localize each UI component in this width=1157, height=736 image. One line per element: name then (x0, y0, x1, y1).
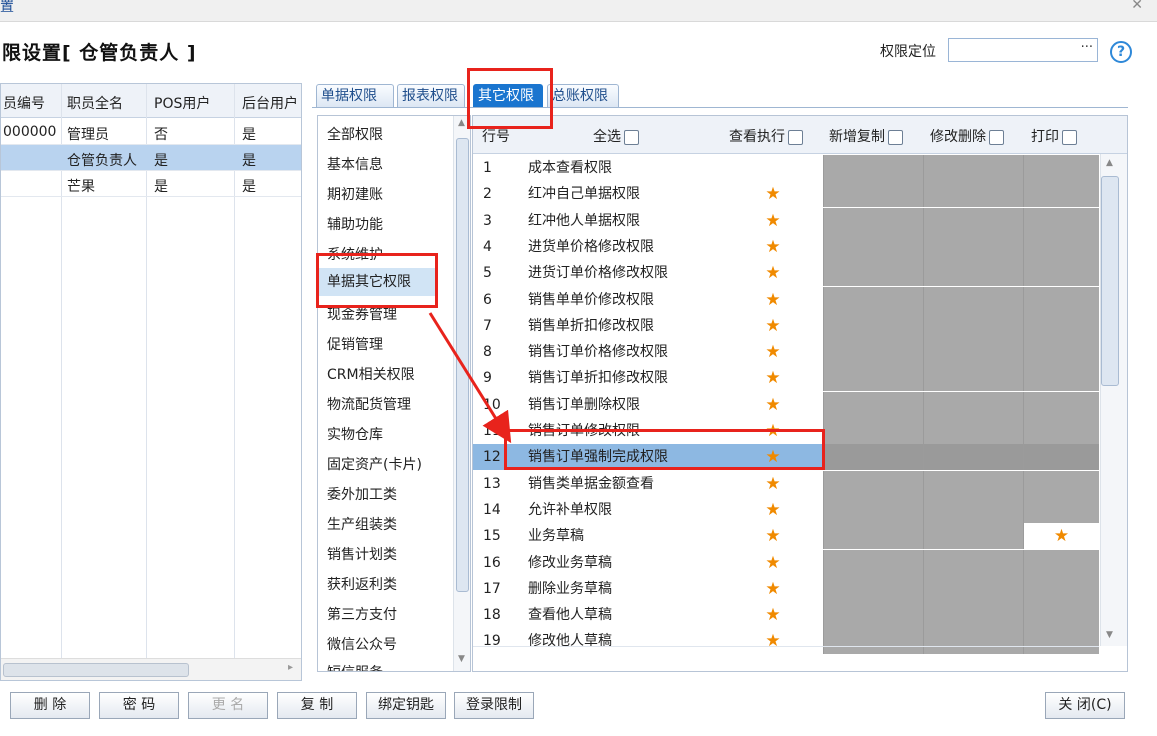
annotation-arrow (428, 312, 512, 444)
